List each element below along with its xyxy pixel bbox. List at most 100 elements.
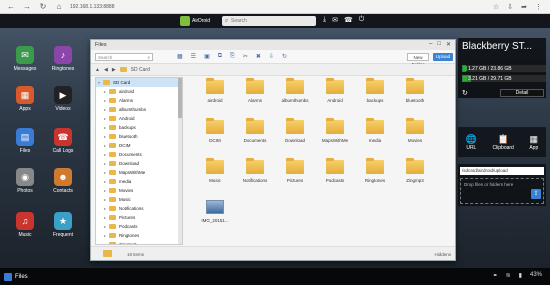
image-file-item[interactable]: IMG_20151... bbox=[195, 200, 235, 223]
share-icon[interactable]: ➦ bbox=[521, 3, 527, 11]
message-icon[interactable]: ✉ bbox=[332, 16, 338, 24]
folder-item[interactable]: albumthumbs bbox=[275, 78, 315, 103]
tree-item[interactable]: ▸ Alarms bbox=[96, 96, 182, 105]
folder-item[interactable]: MapsWithMe bbox=[315, 118, 355, 143]
address-bar[interactable]: 192.168.1.133:8888 bbox=[70, 4, 493, 10]
desktop-app-contacts[interactable]: ☻ Contacts bbox=[46, 168, 80, 194]
tree-item[interactable]: ▸ airdroid bbox=[96, 87, 182, 96]
copy-icon[interactable]: ⧉ bbox=[218, 53, 222, 60]
tree-item[interactable]: ▸ MapsWithMe bbox=[96, 168, 182, 177]
tree-item[interactable]: ▸ backups bbox=[96, 123, 182, 132]
home-icon[interactable]: ⌂ bbox=[54, 2, 64, 12]
link-icon[interactable]: ⚭ bbox=[493, 272, 498, 279]
folder-icon bbox=[109, 188, 116, 193]
forward-icon[interactable]: → bbox=[22, 2, 32, 12]
desktop-app-frequent[interactable]: ★ Frequent bbox=[46, 212, 80, 238]
folder-item[interactable]: Alarms bbox=[235, 78, 275, 103]
new-folder-button[interactable]: New Folder bbox=[407, 53, 429, 67]
upload-icon[interactable]: ⇪ bbox=[531, 189, 541, 199]
desktop-app-photos[interactable]: ◉ Photos bbox=[8, 168, 42, 194]
tree-item[interactable]: ▸ Zingmp3 bbox=[96, 240, 182, 244]
wifi-icon: ≋ bbox=[505, 273, 511, 279]
back-icon[interactable]: ◀ bbox=[104, 67, 108, 73]
tree-item[interactable]: ▸ Notifications bbox=[96, 204, 182, 213]
tree-item[interactable]: ▸ albumthumbs bbox=[96, 105, 182, 114]
tool-app[interactable]: ▦ App bbox=[529, 134, 538, 151]
upload-path-field[interactable]: /sdcard/airdroid/upload bbox=[460, 167, 544, 175]
power-icon[interactable]: ⏻ bbox=[359, 16, 365, 24]
paste-icon[interactable]: ⎘ bbox=[230, 53, 235, 60]
folder-item[interactable]: Music bbox=[195, 158, 235, 183]
menu-icon[interactable]: ⋮ bbox=[535, 3, 542, 11]
downloads-icon[interactable]: ⇩ bbox=[507, 3, 513, 11]
folder-item[interactable]: airdroid bbox=[195, 78, 235, 103]
folder-item[interactable]: DCIM bbox=[195, 118, 235, 143]
tool-clipboard[interactable]: 📋 Clipboard bbox=[492, 134, 513, 151]
tree-item[interactable]: ▸ Music bbox=[96, 195, 182, 204]
ringtones-icon: ♪ bbox=[54, 46, 72, 64]
nav-up-icon[interactable]: ▲ bbox=[95, 67, 100, 73]
tree-item[interactable]: ▸ Movies bbox=[96, 186, 182, 195]
folder-item[interactable]: bluetooth bbox=[395, 78, 435, 103]
tree-item[interactable]: ▸ DCIM bbox=[96, 141, 182, 150]
file-item-label: airdroid bbox=[207, 98, 223, 103]
folder-item[interactable]: Notifications bbox=[235, 158, 275, 183]
folder-item[interactable]: media bbox=[355, 118, 395, 143]
global-search-input[interactable]: Search bbox=[231, 18, 247, 24]
folder-icon bbox=[109, 125, 116, 130]
global-search[interactable]: ⌕ Search bbox=[222, 16, 316, 26]
tree-item[interactable]: ▸ Download bbox=[96, 159, 182, 168]
tree-item[interactable]: ▸ Android bbox=[96, 114, 182, 123]
delete-icon[interactable]: ✖ bbox=[256, 53, 261, 60]
desktop-app-videos[interactable]: ▶ Videos bbox=[46, 86, 80, 112]
desktop-app-files[interactable]: ▤ Files bbox=[8, 128, 42, 154]
upload-button[interactable]: Upload bbox=[433, 53, 453, 61]
taskbar-files[interactable]: Files bbox=[4, 272, 28, 281]
desktop-app-call-logs[interactable]: ☎ Call Logs bbox=[46, 128, 80, 154]
folder-item[interactable]: Zingmp3 bbox=[395, 158, 435, 183]
maximize-icon[interactable]: □ bbox=[437, 41, 441, 48]
folder-item[interactable]: Pictures bbox=[275, 158, 315, 183]
refresh-icon[interactable]: ↻ bbox=[282, 53, 287, 60]
folder-item[interactable]: Ringtones bbox=[355, 158, 395, 183]
folder-item[interactable]: backups bbox=[355, 78, 395, 103]
upload-panel: /sdcard/airdroid/upload Drop files or fo… bbox=[458, 164, 546, 206]
forward-icon[interactable]: ▶ bbox=[112, 67, 116, 73]
cut-icon[interactable]: ✂ bbox=[243, 53, 248, 60]
desktop-app-music[interactable]: ♫ Music bbox=[8, 212, 42, 238]
files-search-input[interactable]: Search ⌕ bbox=[95, 53, 153, 61]
detail-button[interactable]: Detail bbox=[500, 89, 544, 97]
new-folder-icon[interactable]: ▣ bbox=[204, 53, 210, 60]
desktop-app-messages[interactable]: ✉ Messages bbox=[8, 46, 42, 72]
drop-zone[interactable]: Drop files or folders here ⇪ bbox=[460, 178, 544, 204]
breadcrumb-path[interactable]: SD Card bbox=[131, 67, 150, 73]
tree-item[interactable]: ▸ Podcasts bbox=[96, 222, 182, 231]
download-icon[interactable]: ⤓ bbox=[323, 16, 326, 24]
tree-item[interactable]: ▸ media bbox=[96, 177, 182, 186]
folder-item[interactable]: Movies bbox=[395, 118, 435, 143]
folder-item[interactable]: Download bbox=[275, 118, 315, 143]
desktop-app-ringtones[interactable]: ♪ Ringtones bbox=[46, 46, 80, 72]
tree-item[interactable]: ▸ bluetooth bbox=[96, 132, 182, 141]
folder-item[interactable]: Documents bbox=[235, 118, 275, 143]
desktop-app-apps[interactable]: ▦ Apps bbox=[8, 86, 42, 112]
folder-item[interactable]: Android bbox=[315, 78, 355, 103]
tree-item[interactable]: ▾ SD Card bbox=[96, 78, 182, 87]
download-icon[interactable]: ⇩ bbox=[269, 53, 274, 60]
close-icon[interactable]: ✕ bbox=[446, 41, 451, 48]
hidden-files-toggle[interactable]: Hiddens bbox=[434, 252, 451, 257]
back-icon[interactable]: ← bbox=[6, 2, 16, 12]
star-icon[interactable]: ☆ bbox=[493, 3, 499, 11]
tree-item[interactable]: ▸ Ringtones bbox=[96, 231, 182, 240]
grid-view-icon[interactable]: ▦ bbox=[177, 53, 183, 60]
minimize-icon[interactable]: – bbox=[429, 41, 432, 48]
reload-icon[interactable]: ↻ bbox=[38, 2, 48, 12]
list-view-icon[interactable]: ☰ bbox=[191, 53, 196, 60]
refresh-icon[interactable]: ↻ bbox=[462, 89, 468, 97]
tool-url[interactable]: 🌐 URL bbox=[466, 134, 477, 151]
phone-icon[interactable]: ☎ bbox=[344, 16, 353, 24]
folder-item[interactable]: Podcasts bbox=[315, 158, 355, 183]
tree-item[interactable]: ▸ Documents bbox=[96, 150, 182, 159]
tree-scrollbar[interactable] bbox=[178, 78, 182, 244]
tree-item[interactable]: ▸ Pictures bbox=[96, 213, 182, 222]
